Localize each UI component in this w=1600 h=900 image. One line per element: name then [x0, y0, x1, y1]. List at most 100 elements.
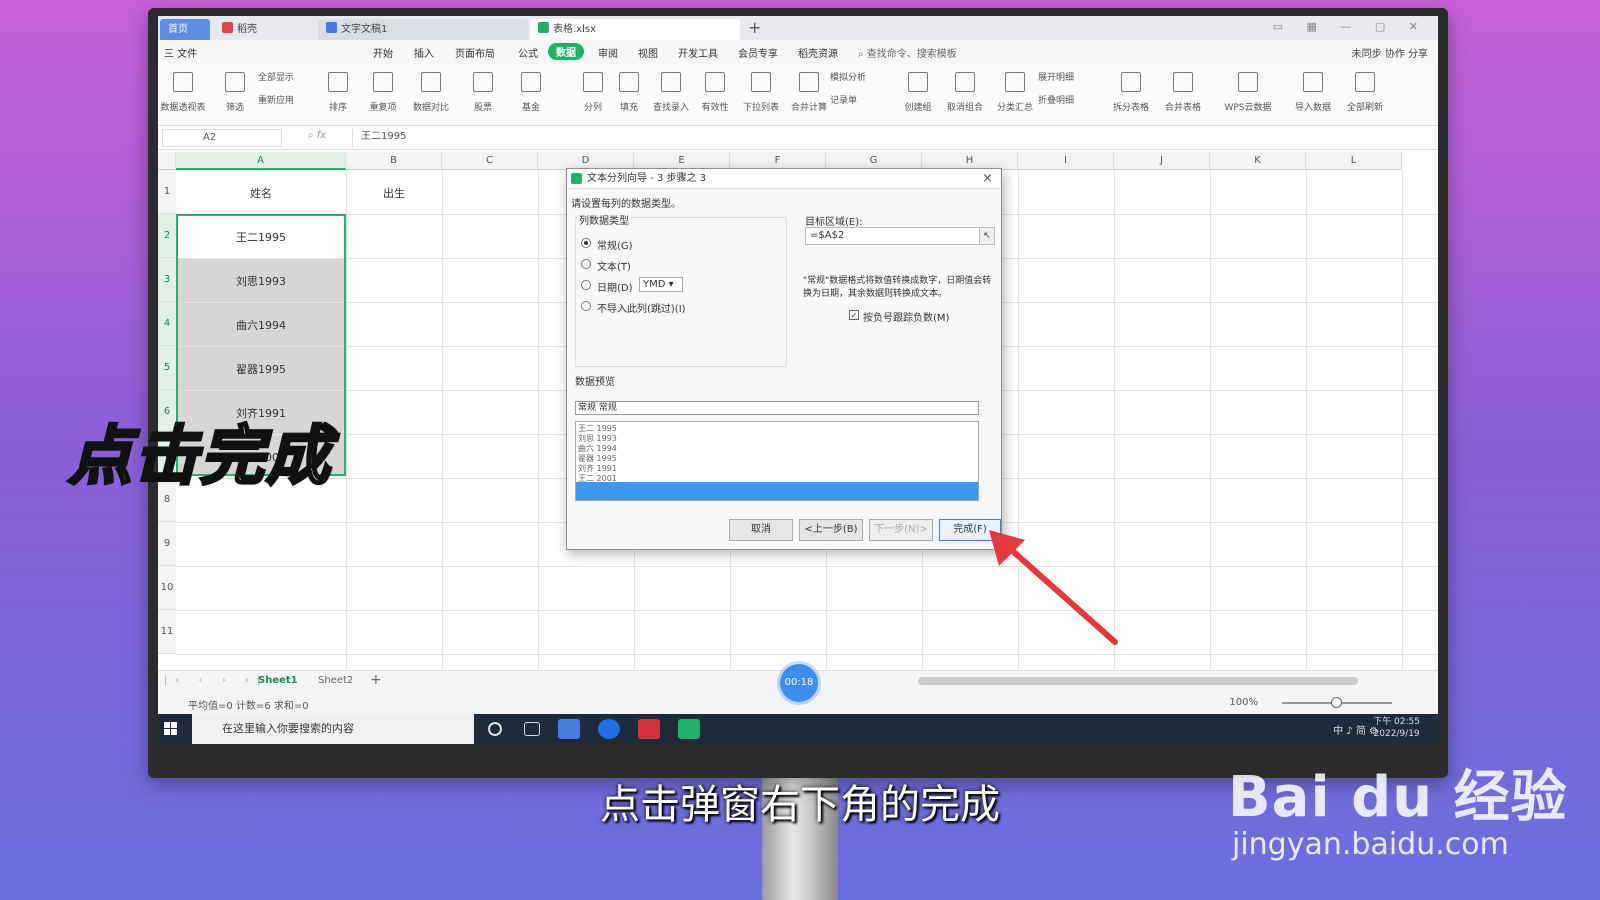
col-header-b[interactable]: B: [346, 152, 442, 170]
cancel-button[interactable]: 取消: [729, 519, 793, 541]
row-header-2[interactable]: 2: [158, 214, 176, 258]
ribbon-fund[interactable]: 基金: [506, 70, 556, 113]
windows-start-icon[interactable]: [164, 722, 178, 736]
grid-line: [176, 566, 1438, 567]
command-search[interactable]: ⌕ 查找命令、搜索模板: [858, 45, 957, 60]
ribbon-show-all[interactable]: 全部显示 重新应用: [258, 70, 318, 106]
excel-icon[interactable]: [678, 719, 700, 739]
new-tab-button[interactable]: +: [748, 18, 761, 37]
task-view-icon[interactable]: [524, 722, 540, 736]
window-controls[interactable]: ▭ ▦ — ▢ ✕: [1273, 20, 1428, 33]
ribbon-import-data[interactable]: 导入数据: [1288, 70, 1338, 113]
row-header-11[interactable]: 11: [158, 610, 176, 654]
ribbon-create-group[interactable]: 创建组: [893, 70, 943, 113]
menu-review[interactable]: 审阅: [598, 45, 618, 60]
taskbar-search[interactable]: 在这里输入你要搜索的内容: [192, 714, 474, 744]
ribbon-filter[interactable]: 筛选: [210, 70, 260, 113]
name-box[interactable]: A2: [162, 129, 282, 147]
add-sheet-button[interactable]: +: [370, 672, 382, 688]
row-header-9[interactable]: 9: [158, 522, 176, 566]
negative-sign-checkbox[interactable]: ✓: [849, 310, 859, 320]
menu-developer[interactable]: 开发工具: [678, 45, 718, 60]
radio-text[interactable]: [581, 259, 591, 269]
browser-icon[interactable]: [558, 719, 580, 739]
negative-sign-label[interactable]: 按负号跟踪负数(M): [863, 309, 949, 324]
col-header-c[interactable]: C: [442, 152, 538, 170]
col-header-j[interactable]: J: [1114, 152, 1210, 170]
select-all-corner[interactable]: [158, 152, 176, 170]
ribbon-stock[interactable]: 股票: [458, 70, 508, 113]
menu-member[interactable]: 会员专享: [738, 45, 778, 60]
cell-b1[interactable]: 出生: [346, 185, 442, 201]
ribbon-subtotal[interactable]: 分类汇总: [990, 70, 1040, 113]
radio-skip-label[interactable]: 不导入此列(跳过)(I): [597, 300, 686, 315]
menu-data[interactable]: 数据: [548, 43, 584, 60]
menu-right-actions[interactable]: 未同步 协作 分享: [1352, 45, 1428, 60]
zoom-slider-knob[interactable]: [1331, 697, 1342, 708]
ribbon-expand-detail[interactable]: 展开明细 折叠明细: [1038, 70, 1098, 106]
radio-skip[interactable]: [581, 301, 591, 311]
ribbon-wps-cloud[interactable]: WPS云数据: [1216, 70, 1280, 113]
radio-general[interactable]: [581, 238, 591, 248]
ribbon-what-if[interactable]: 模拟分析 记录单: [830, 70, 890, 106]
fx-icon[interactable]: ⌕ fx: [308, 130, 326, 141]
tab-sheet2[interactable]: Sheet2: [318, 675, 353, 686]
ribbon-consolidate[interactable]: 合并计算: [784, 70, 834, 113]
ribbon-split-table[interactable]: 拆分表格: [1106, 70, 1156, 113]
radio-date[interactable]: [581, 280, 591, 290]
row-header-10[interactable]: 10: [158, 566, 176, 610]
ribbon-sort[interactable]: 排序: [313, 70, 363, 113]
cortana-icon[interactable]: [488, 722, 502, 736]
search-app-icon[interactable]: [598, 719, 620, 739]
target-area-input[interactable]: =$A$2: [805, 227, 981, 245]
taskbar-clock[interactable]: 下午 02:55 2022/9/19: [1373, 716, 1420, 740]
docer-icon: [222, 22, 233, 33]
menu-layout[interactable]: 页面布局: [455, 45, 495, 60]
ribbon-lookup-entry[interactable]: 查找录入: [646, 70, 696, 113]
ribbon-ungroup[interactable]: 取消组合: [940, 70, 990, 113]
ribbon-duplicates[interactable]: 重复项: [358, 70, 408, 113]
menu-file[interactable]: 三 文件: [164, 45, 197, 60]
col-header-l[interactable]: L: [1306, 152, 1402, 170]
back-button[interactable]: <上一步(B): [799, 519, 863, 541]
menu-view[interactable]: 视图: [638, 45, 658, 60]
col-header-a[interactable]: A: [176, 152, 346, 170]
menu-docer-resources[interactable]: 稻壳资源: [798, 45, 838, 60]
tutorial-caption: 点击完成: [67, 419, 332, 496]
tab-sheet1[interactable]: Sheet1: [258, 675, 298, 686]
row-header-1[interactable]: 1: [158, 170, 176, 214]
ribbon-refresh-all[interactable]: 全部刷新: [1340, 70, 1390, 113]
close-icon[interactable]: ×: [982, 169, 993, 189]
tab-home[interactable]: 首页: [160, 19, 210, 40]
radio-text-label[interactable]: 文本(T): [597, 258, 631, 273]
ribbon-dropdown-list[interactable]: 下拉列表: [736, 70, 786, 113]
row-header-4[interactable]: 4: [158, 302, 176, 346]
col-header-i[interactable]: I: [1018, 152, 1114, 170]
tab-spreadsheet[interactable]: 表格.xlsx: [530, 19, 740, 40]
system-tray[interactable]: 中 ♪ 简 ⚙: [1333, 722, 1378, 737]
radio-date-label[interactable]: 日期(D): [597, 279, 633, 294]
data-preview[interactable]: 王二 1995 刘思 1993 曲六 1994 翟器 1995 刘齐 1991 …: [575, 421, 979, 501]
zoom-level[interactable]: 100%: [1229, 697, 1258, 708]
menu-insert[interactable]: 插入: [414, 45, 434, 60]
radio-general-label[interactable]: 常规(G): [597, 237, 633, 252]
tab-document[interactable]: 文字文稿1: [318, 19, 528, 40]
ribbon-validity[interactable]: 有效性: [690, 70, 740, 113]
cell-a1[interactable]: 姓名: [176, 185, 346, 201]
range-picker-icon[interactable]: ↖: [979, 227, 995, 245]
row-header-3[interactable]: 3: [158, 258, 176, 302]
horizontal-scrollbar[interactable]: [918, 677, 1358, 685]
menu-start[interactable]: 开始: [373, 45, 393, 60]
tab-docer[interactable]: 稻壳: [214, 19, 314, 40]
ribbon-pivot-table[interactable]: 数据透视表: [158, 70, 208, 113]
ribbon-merge-table[interactable]: 合并表格: [1158, 70, 1208, 113]
date-format-select[interactable]: YMD ▾: [639, 277, 683, 292]
sheet-nav-arrows[interactable]: |‹ ‹ › ›|: [164, 675, 268, 686]
ribbon-compare[interactable]: 数据对比: [406, 70, 456, 113]
formula-input[interactable]: 王二1995: [352, 129, 1432, 147]
wps-icon[interactable]: [638, 719, 660, 739]
col-header-k[interactable]: K: [1210, 152, 1306, 170]
row-header-5[interactable]: 5: [158, 346, 176, 390]
next-button[interactable]: 下一步(N)>: [869, 519, 933, 541]
menu-formula[interactable]: 公式: [518, 45, 538, 60]
